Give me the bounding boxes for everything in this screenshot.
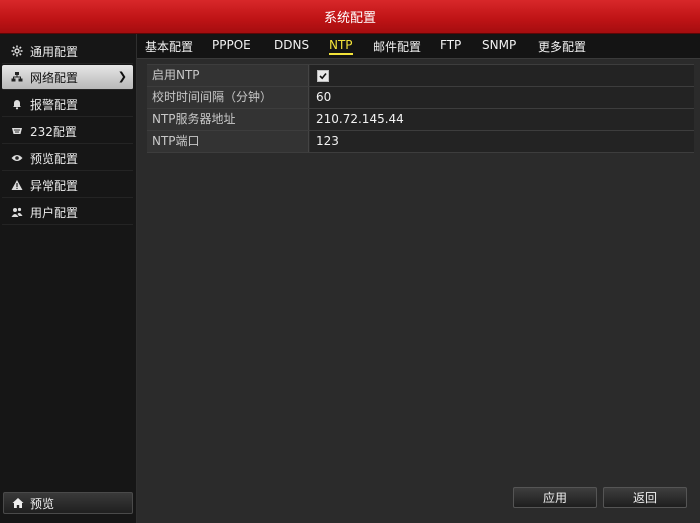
apply-button[interactable]: 应用	[513, 487, 597, 508]
warning-icon	[10, 178, 24, 192]
bell-icon	[10, 97, 24, 111]
chevron-right-icon: ❯	[117, 70, 127, 83]
sidebar-item-alarm[interactable]: 报警配置	[2, 92, 133, 117]
preview-button-label: 预览	[30, 496, 55, 511]
tab-basic[interactable]: 基本配置	[145, 38, 193, 55]
ntp-port-label: NTP端口	[147, 131, 309, 152]
back-button[interactable]: 返回	[603, 487, 687, 508]
ntp-server-row: NTP服务器地址 210.72.145.44	[147, 109, 694, 131]
sidebar-item-label: 预览配置	[30, 151, 79, 166]
sidebar-item-rs232[interactable]: 232配置	[2, 119, 133, 144]
ntp-interval-label: 校时时间间隔（分钟）	[147, 87, 309, 108]
tab-ddns[interactable]: DDNS	[274, 38, 309, 52]
home-icon	[12, 497, 24, 509]
sidebar-item-label: 异常配置	[30, 178, 79, 193]
ntp-interval-input[interactable]: 60	[310, 87, 694, 108]
sidebar-item-exception[interactable]: 异常配置	[2, 173, 133, 198]
tab-ftp[interactable]: FTP	[440, 38, 461, 52]
network-tabs: 基本配置 PPPOE DDNS NTP 邮件配置 FTP SNMP 更多配置	[137, 34, 700, 59]
ntp-server-label: NTP服务器地址	[147, 109, 309, 130]
sidebar-item-general[interactable]: 通用配置	[2, 39, 133, 64]
eye-icon	[10, 151, 24, 165]
tab-email[interactable]: 邮件配置	[373, 38, 421, 55]
sidebar-item-label: 232配置	[30, 124, 77, 139]
sidebar-item-user[interactable]: 用户配置	[2, 200, 133, 225]
window-title: 系统配置	[323, 11, 376, 26]
serial-port-icon	[10, 124, 24, 138]
ntp-port-input[interactable]: 123	[310, 131, 694, 152]
ntp-port-row: NTP端口 123	[147, 131, 694, 153]
sidebar-item-label: 网络配置	[30, 70, 79, 85]
sidebar: 通用配置 网络配置 ❯ 报警配置 232配置 预览配置 异常配置 用户配置 预览	[0, 34, 137, 523]
ntp-enable-row: 启用NTP	[147, 65, 694, 87]
main-panel: 基本配置 PPPOE DDNS NTP 邮件配置 FTP SNMP 更多配置 启…	[137, 34, 700, 523]
ntp-settings-form: 启用NTP 校时时间间隔（分钟） 60 NTP服务器地址 210.72.145.…	[147, 64, 694, 153]
tab-snmp[interactable]: SNMP	[482, 38, 516, 52]
tab-pppoe[interactable]: PPPOE	[212, 38, 251, 52]
sidebar-item-label: 用户配置	[30, 205, 79, 220]
window-title-bar: 系统配置	[0, 0, 700, 34]
network-icon	[10, 70, 24, 84]
ntp-enable-label: 启用NTP	[147, 65, 309, 86]
sidebar-item-label: 报警配置	[30, 97, 79, 112]
ntp-interval-row: 校时时间间隔（分钟） 60	[147, 87, 694, 109]
users-icon	[10, 205, 24, 219]
sidebar-item-preview-config[interactable]: 预览配置	[2, 146, 133, 171]
gear-icon	[10, 44, 24, 58]
ntp-server-input[interactable]: 210.72.145.44	[310, 109, 694, 130]
sidebar-item-label: 通用配置	[30, 44, 79, 59]
checkmark-icon	[319, 72, 327, 80]
tab-ntp[interactable]: NTP	[329, 38, 353, 55]
tab-more[interactable]: 更多配置	[538, 38, 586, 55]
ntp-enable-checkbox[interactable]	[317, 70, 329, 82]
preview-button[interactable]: 预览	[3, 492, 133, 514]
sidebar-item-network[interactable]: 网络配置 ❯	[2, 65, 133, 90]
